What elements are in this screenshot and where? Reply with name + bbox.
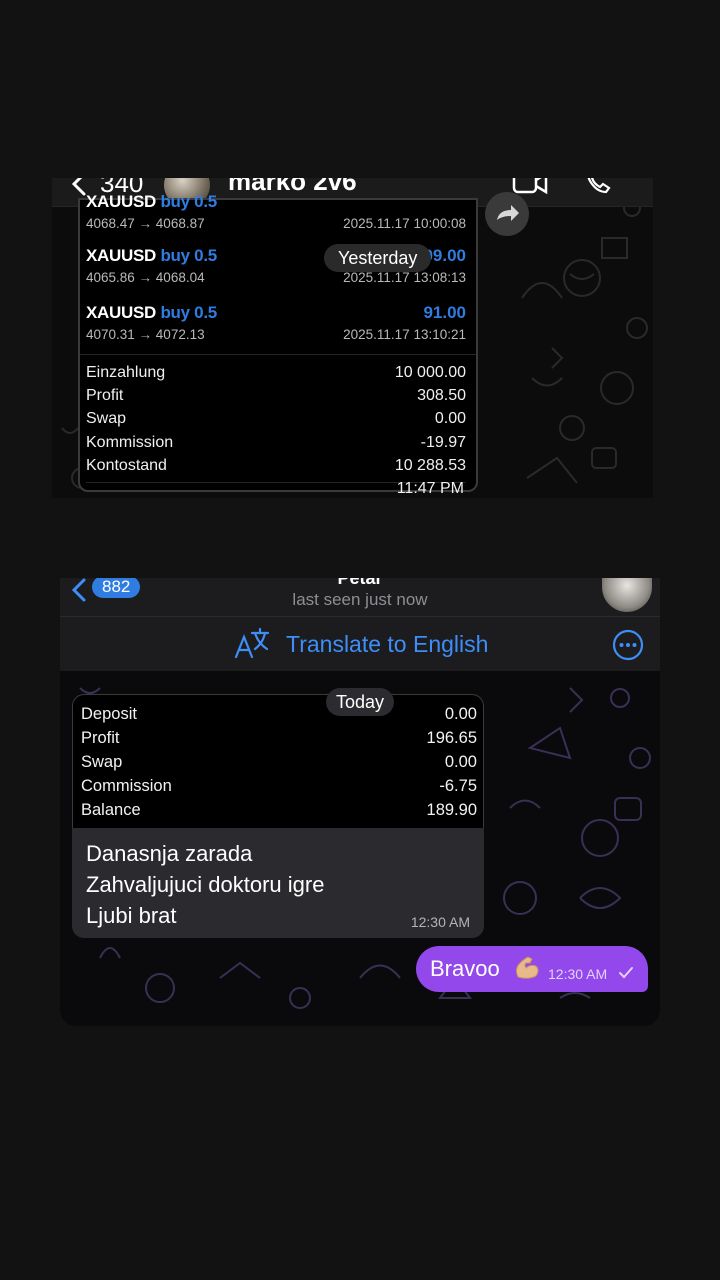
trade-prices: 4065.86 → 4068.04	[86, 270, 205, 285]
summary-row: Deposit 0.00	[81, 705, 477, 723]
summary-row: Swap 0.00	[81, 753, 477, 771]
trade-report-message[interactable]: XAUUSD buy 0.5 4068.47 → 4068.87 2025.11…	[78, 192, 478, 497]
message-text: Danasnja zarada Zahvaljujuci doktoru igr…	[86, 841, 325, 928]
summary-row: Balance 189.90	[81, 801, 477, 819]
message-text: Bravoo	[430, 956, 500, 981]
telegram-screenshot: 882 Petar last seen just now Translate t…	[60, 578, 660, 1026]
whatsapp-screenshot: 340 marko 2v6 XAUUSD buy 0.5 4068.47 → 4…	[52, 178, 653, 498]
flexed-biceps-icon	[515, 956, 539, 979]
read-check-icon	[619, 967, 633, 979]
translate-label[interactable]: Translate to English	[286, 631, 488, 658]
trade-time: 2025.11.17 13:08:13	[343, 270, 466, 285]
trade-row: XAUUSD buy 0.5 4070.31 → 4072.13 91.00 2…	[86, 297, 466, 345]
message-time: 12:30 AM	[410, 914, 470, 930]
summary-row: Commission -6.75	[81, 777, 477, 795]
message-time: 12:30 AM	[548, 966, 608, 982]
trade-time: 2025.11.17 10:00:08	[343, 216, 466, 231]
chat-header: 882 Petar last seen just now	[60, 578, 660, 616]
outgoing-message[interactable]: Bravoo 12:30 AM	[416, 946, 648, 992]
summary-row: Kontostand 10 288.53	[86, 457, 466, 474]
summary-row: Profit 196.65	[81, 729, 477, 747]
trade-symbol: XAUUSD buy 0.5	[86, 192, 217, 211]
report-image: Deposit 0.00 Profit 196.65 Swap 0.00 Commis…	[72, 694, 484, 828]
trade-symbol: XAUUSD buy 0.5	[86, 303, 217, 322]
summary-row: Profit 308.50	[86, 387, 466, 404]
forward-button[interactable]	[485, 192, 529, 236]
trade-time: 2025.11.17 13:10:21	[343, 327, 466, 342]
incoming-message[interactable]: Deposit 0.00 Profit 196.65 Swap 0.00 Commis…	[72, 694, 484, 938]
trade-prices: 4068.47 → 4068.87	[86, 216, 205, 231]
divider	[80, 354, 476, 355]
date-chip: Yesterday	[324, 244, 432, 272]
summary-row: Kommission -19.97	[86, 434, 466, 451]
trade-prices: 4070.31 → 4072.13	[86, 327, 205, 342]
trade-profit: 91.00	[423, 303, 466, 322]
more-options-icon[interactable]	[612, 629, 644, 661]
translate-bar[interactable]: Translate to English	[60, 616, 660, 671]
trade-row: XAUUSD buy 0.5 4068.47 → 4068.87 2025.11…	[86, 186, 466, 234]
message-time: 11:47 PM	[396, 480, 464, 497]
last-seen-status: last seen just now	[292, 590, 428, 609]
summary-row: Swap 0.00	[86, 410, 466, 427]
summary-row: Einzahlung 10 000.00	[86, 364, 466, 381]
forward-icon	[497, 205, 519, 221]
trade-symbol: XAUUSD buy 0.5	[86, 246, 217, 265]
contact-name[interactable]: Petar	[60, 578, 660, 589]
date-chip: Today	[326, 688, 395, 716]
translate-icon	[234, 627, 270, 659]
phone-call-icon[interactable]	[584, 178, 612, 196]
